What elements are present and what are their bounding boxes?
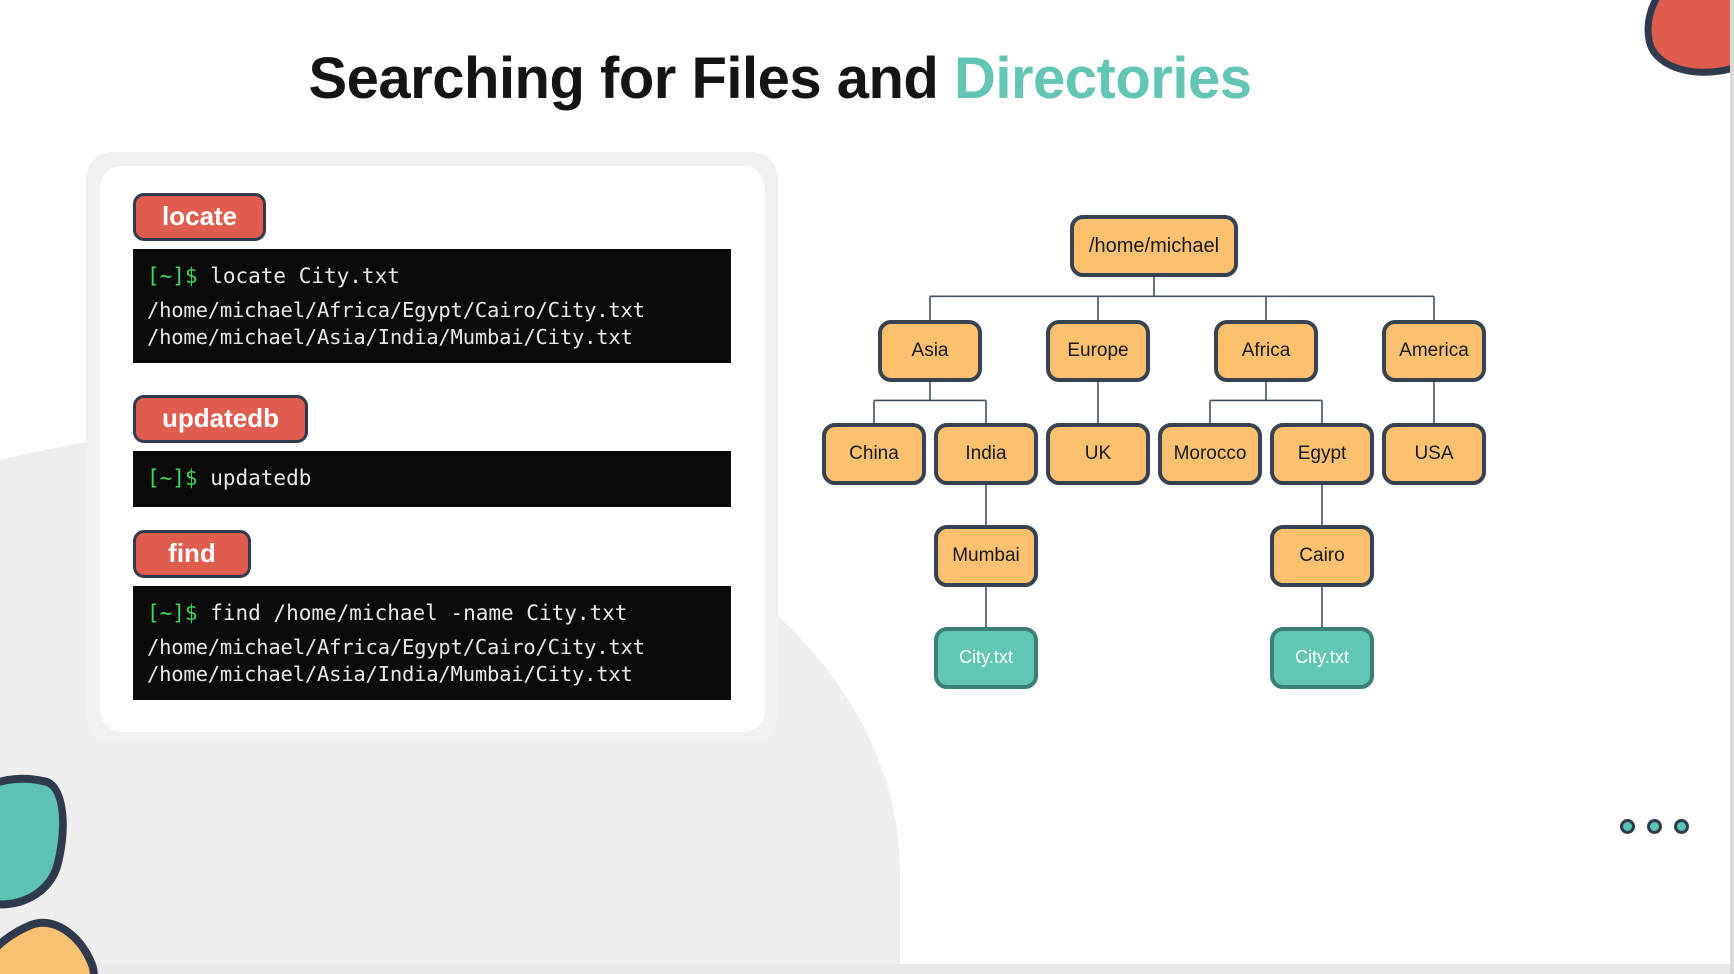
command-block-updatedb: updatedb [~]$ updatedb	[133, 395, 731, 507]
terminal-updatedb[interactable]: [~]$ updatedb	[133, 451, 731, 507]
tree-node-mumbai[interactable]: Mumbai	[934, 525, 1038, 587]
directory-tree: /home/michael Asia Europe Africa America Chin…	[800, 195, 1560, 725]
tree-node-city2[interactable]: City.txt	[1270, 627, 1374, 689]
command-pill-locate[interactable]: locate	[133, 193, 267, 241]
tree-node-china[interactable]: China	[822, 423, 926, 485]
pagination-dot-1[interactable]	[1620, 819, 1635, 834]
background-strip	[0, 964, 1734, 974]
tree-node-america[interactable]: America	[1382, 320, 1486, 382]
page-title-accent: Directories	[953, 46, 1252, 111]
terminal-command-text: updatedb	[210, 466, 312, 490]
terminal-output-line: /home/michael/Asia/India/Mumbai/City.txt	[147, 325, 633, 349]
terminal-locate[interactable]: [~]$ locate City.txt/home/michael/Africa…	[133, 249, 731, 363]
terminal-output-line: /home/michael/Africa/Egypt/Cairo/City.tx…	[147, 298, 645, 322]
right-edge-rule	[1730, 0, 1734, 974]
tree-node-label: Egypt	[1297, 442, 1347, 464]
tree-node-egypt[interactable]: Egypt	[1270, 423, 1374, 485]
pagination-dots[interactable]	[1620, 819, 1689, 834]
pagination-dot-3[interactable]	[1674, 819, 1689, 834]
tree-node-india[interactable]: India	[934, 423, 1038, 485]
slide-root: Searching for Files and Directories loca…	[0, 0, 1734, 974]
tree-node-label: Europe	[1067, 339, 1129, 361]
tree-node-label: Morocco	[1173, 442, 1247, 464]
pagination-dot-2[interactable]	[1647, 819, 1662, 834]
command-pill-find[interactable]: find	[133, 530, 251, 578]
terminal-output-line: /home/michael/Africa/Egypt/Cairo/City.tx…	[147, 635, 645, 659]
commands-card: locate [~]$ locate City.txt/home/michael/…	[100, 166, 765, 732]
page-title: Searching for Files and Directories	[0, 45, 1560, 112]
tree-node-morocco[interactable]: Morocco	[1158, 423, 1262, 485]
terminal-prompt: [~]$	[147, 264, 211, 288]
command-block-find: find [~]$ find /home/michael -name City.t…	[133, 530, 731, 700]
command-pill-updatedb[interactable]: updatedb	[133, 395, 308, 443]
terminal-command-line: [~]$ locate City.txt	[133, 259, 731, 293]
tree-node-label: City.txt	[1295, 647, 1349, 668]
tree-node-city1[interactable]: City.txt	[934, 627, 1038, 689]
terminal-prompt: [~]$	[147, 466, 211, 490]
tree-node-cairo[interactable]: Cairo	[1270, 525, 1374, 587]
terminal-command-text: locate City.txt	[210, 264, 400, 288]
terminal-command-text: find /home/michael -name City.txt	[210, 601, 628, 625]
tree-node-root[interactable]: /home/michael	[1070, 215, 1238, 277]
terminal-command-line: [~]$ find /home/michael -name City.txt	[133, 596, 731, 630]
tree-node-label: City.txt	[959, 647, 1013, 668]
tree-node-label: Mumbai	[952, 544, 1020, 566]
command-block-locate: locate [~]$ locate City.txt/home/michael/…	[133, 193, 731, 363]
tree-node-label: /home/michael	[1088, 235, 1220, 257]
tree-node-europe[interactable]: Europe	[1046, 320, 1150, 382]
tree-node-label: America	[1399, 339, 1469, 361]
tree-node-uk[interactable]: UK	[1046, 423, 1150, 485]
tree-node-label: China	[849, 442, 899, 464]
tree-node-label: Cairo	[1299, 544, 1345, 566]
tree-node-africa[interactable]: Africa	[1214, 320, 1318, 382]
tree-node-usa[interactable]: USA	[1382, 423, 1486, 485]
terminal-output-line: /home/michael/Asia/India/Mumbai/City.txt	[147, 662, 633, 686]
terminal-prompt: [~]$	[147, 601, 211, 625]
tree-node-label: Asia	[911, 339, 949, 361]
page-title-main: Searching for Files and	[308, 46, 954, 111]
tree-node-label: Africa	[1241, 339, 1291, 361]
tree-node-label: India	[965, 442, 1007, 464]
tree-node-asia[interactable]: Asia	[878, 320, 982, 382]
tree-node-label: USA	[1414, 442, 1454, 464]
terminal-command-line: [~]$ updatedb	[133, 461, 731, 495]
decorative-red-blob-icon	[1631, 0, 1734, 89]
tree-node-label: UK	[1084, 442, 1112, 464]
terminal-find[interactable]: [~]$ find /home/michael -name City.txt/h…	[133, 586, 731, 700]
